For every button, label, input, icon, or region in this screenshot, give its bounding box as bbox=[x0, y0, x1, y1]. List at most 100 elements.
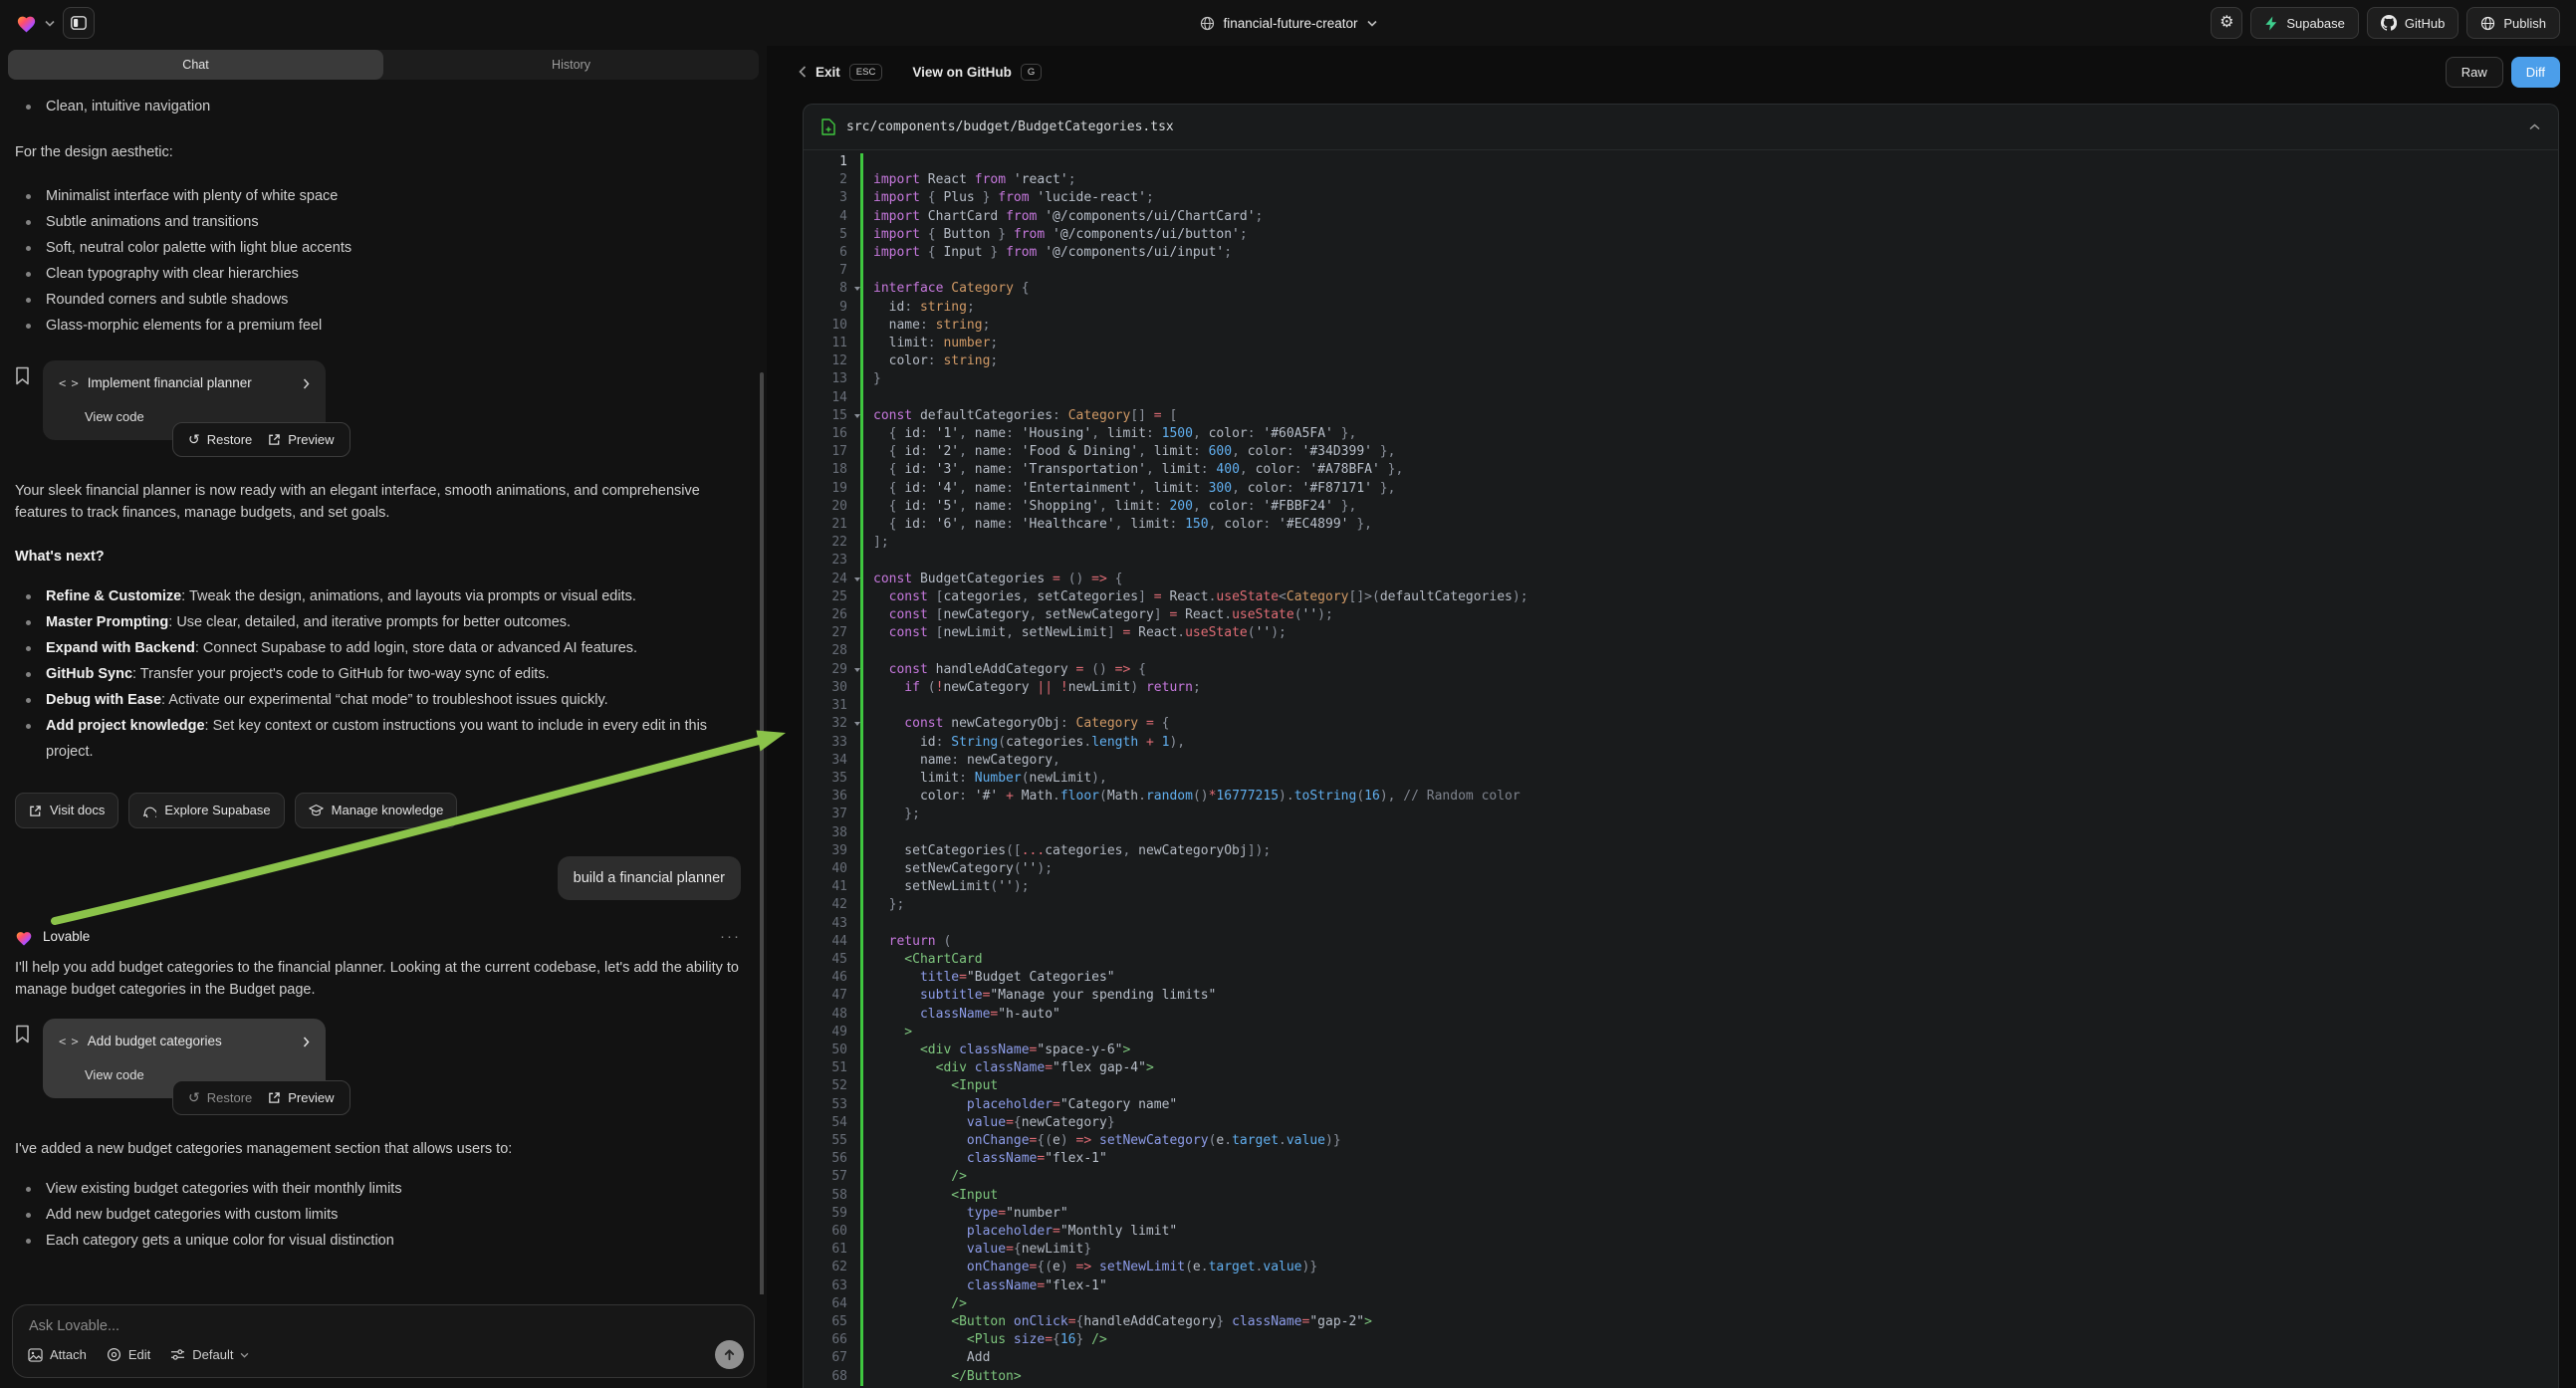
chat-bubble-icon bbox=[142, 804, 156, 817]
code-line: 39 setCategories([...categories, newCate… bbox=[804, 842, 2558, 860]
version-card-title: Implement financial planner bbox=[88, 373, 252, 394]
version-card-add-budget-categories: < > Add budget categories View code ↺ Re… bbox=[15, 1019, 741, 1098]
sliders-icon bbox=[170, 1348, 185, 1361]
code-line: 38 bbox=[804, 824, 2558, 842]
manage-knowledge-button[interactable]: Manage knowledge bbox=[295, 793, 458, 828]
assistant-paragraph: Your sleek financial planner is now read… bbox=[15, 480, 741, 524]
chat-panel: Chat History Clean, intuitive navigation… bbox=[0, 46, 767, 1388]
image-icon bbox=[28, 1348, 43, 1362]
attach-button[interactable]: Attach bbox=[28, 1347, 87, 1362]
code-line: 32 const newCategoryObj: Category = { bbox=[804, 715, 2558, 733]
exit-button[interactable]: Exit ESC bbox=[799, 64, 882, 81]
chevron-down-icon[interactable] bbox=[45, 20, 55, 27]
lovable-logo-icon[interactable] bbox=[16, 14, 37, 33]
supabase-button[interactable]: Supabase bbox=[2250, 7, 2359, 39]
code-line: 22]; bbox=[804, 534, 2558, 552]
view-on-github-button[interactable]: View on GitHub G bbox=[912, 64, 1042, 81]
design-heading: For the design aesthetic: bbox=[15, 141, 741, 163]
esc-key-badge: ESC bbox=[849, 64, 883, 81]
attach-label: Attach bbox=[50, 1347, 87, 1362]
list-item: Minimalist interface with plenty of whit… bbox=[15, 183, 741, 209]
tab-chat[interactable]: Chat bbox=[8, 50, 383, 80]
code-line: 23 bbox=[804, 552, 2558, 570]
restore-label: Restore bbox=[207, 430, 253, 450]
exit-label: Exit bbox=[816, 65, 840, 80]
code-line: 19 { id: '4', name: 'Entertainment', lim… bbox=[804, 480, 2558, 498]
list-item: Refine & Customize: Tweak the design, an… bbox=[15, 583, 741, 609]
external-link-icon bbox=[268, 1091, 281, 1104]
version-card-box[interactable]: < > Implement financial planner View cod… bbox=[43, 360, 326, 440]
bullet-text: Add project knowledge: Set key context o… bbox=[46, 713, 741, 765]
code-line: 2import React from 'react'; bbox=[804, 171, 2558, 189]
send-button[interactable] bbox=[715, 1340, 744, 1369]
manage-knowledge-label: Manage knowledge bbox=[332, 801, 444, 820]
list-item: Subtle animations and transitions bbox=[15, 209, 741, 235]
file-header[interactable]: src/components/budget/BudgetCategories.t… bbox=[804, 105, 2558, 150]
explore-supabase-button[interactable]: Explore Supabase bbox=[128, 793, 284, 828]
restore-button[interactable]: ↺ Restore bbox=[188, 430, 252, 450]
raw-toggle-button[interactable]: Raw bbox=[2446, 57, 2503, 88]
preview-button[interactable]: Preview bbox=[268, 430, 334, 450]
restore-preview-pill: ↺ Restore Preview bbox=[172, 1080, 351, 1116]
sidebar-toggle-button[interactable] bbox=[63, 7, 95, 39]
restore-button[interactable]: ↺ Restore bbox=[188, 1088, 252, 1108]
code-line: 13} bbox=[804, 370, 2558, 388]
code-line: 26 const [newCategory, setNewCategory] =… bbox=[804, 606, 2558, 624]
visit-docs-button[interactable]: Visit docs bbox=[15, 793, 118, 828]
code-line: 43 bbox=[804, 915, 2558, 933]
bullet-dot bbox=[26, 272, 31, 277]
bookmark-icon[interactable] bbox=[15, 1025, 30, 1098]
chevron-up-icon[interactable] bbox=[2529, 123, 2540, 130]
bullet-dot bbox=[26, 324, 31, 329]
bookmark-icon[interactable] bbox=[15, 366, 30, 440]
explore-supabase-label: Explore Supabase bbox=[164, 801, 270, 820]
code-line: 54 value={newCategory} bbox=[804, 1114, 2558, 1132]
bullet-text: Add new budget categories with custom li… bbox=[46, 1202, 338, 1228]
chat-scrollbar[interactable] bbox=[760, 372, 764, 1294]
code-line: 45 <ChartCard bbox=[804, 951, 2558, 969]
bullet-text: Master Prompting: Use clear, detailed, a… bbox=[46, 609, 571, 635]
code-line: 9 id: string; bbox=[804, 299, 2558, 317]
chat-input-box[interactable]: Ask Lovable... Attach Edit Default bbox=[12, 1304, 755, 1378]
chevron-right-icon[interactable] bbox=[303, 378, 310, 389]
code-line: 41 setNewLimit(''); bbox=[804, 878, 2558, 896]
restore-icon: ↺ bbox=[188, 432, 200, 446]
design-bullet-list: Minimalist interface with plenty of whit… bbox=[15, 183, 741, 339]
mode-select[interactable]: Default bbox=[170, 1347, 249, 1362]
bullet-text: Subtle animations and transitions bbox=[46, 209, 259, 235]
code-line: 48 className="h-auto" bbox=[804, 1006, 2558, 1024]
code-line: 25 const [categories, setCategories] = R… bbox=[804, 588, 2558, 606]
more-options-icon[interactable]: ··· bbox=[720, 926, 741, 949]
preview-button[interactable]: Preview bbox=[268, 1088, 334, 1108]
assistant-paragraph: I'll help you add budget categories to t… bbox=[15, 957, 741, 1001]
chevron-right-icon[interactable] bbox=[303, 1037, 310, 1047]
code-line: 57 /> bbox=[804, 1168, 2558, 1186]
code-line: 52 <Input bbox=[804, 1077, 2558, 1095]
project-globe-icon bbox=[1199, 16, 1214, 31]
graduation-cap-icon bbox=[309, 804, 324, 817]
quick-actions: Visit docs Explore Supabase Manage knowl… bbox=[15, 793, 741, 828]
project-switcher[interactable]: financial-future-creator bbox=[1199, 16, 1376, 31]
target-icon bbox=[107, 1347, 121, 1362]
diff-toggle-button[interactable]: Diff bbox=[2511, 57, 2560, 88]
tab-history[interactable]: History bbox=[383, 50, 759, 80]
chevron-down-icon bbox=[240, 1352, 249, 1358]
code-line: 17 { id: '2', name: 'Food & Dining', lim… bbox=[804, 443, 2558, 461]
code-line: 7 bbox=[804, 262, 2558, 280]
view-on-github-label: View on GitHub bbox=[912, 65, 1012, 80]
code-line: 21 { id: '6', name: 'Healthcare', limit:… bbox=[804, 516, 2558, 534]
code-line: 55 onChange={(e) => setNewCategory(e.tar… bbox=[804, 1132, 2558, 1150]
github-button[interactable]: GitHub bbox=[2367, 7, 2459, 39]
assistant-name: Lovable bbox=[43, 927, 90, 948]
bullet-text: Rounded corners and subtle shadows bbox=[46, 287, 288, 313]
edit-button[interactable]: Edit bbox=[107, 1347, 150, 1362]
diff-file-card: src/components/budget/BudgetCategories.t… bbox=[803, 104, 2559, 1388]
lovable-heart-icon bbox=[15, 930, 33, 946]
bullet-text: GitHub Sync: Transfer your project's cod… bbox=[46, 661, 550, 687]
code-line: 50 <div className="space-y-6"> bbox=[804, 1041, 2558, 1059]
settings-button[interactable]: ⚙ bbox=[2211, 7, 2242, 39]
external-link-icon bbox=[29, 805, 42, 817]
external-link-icon bbox=[268, 433, 281, 446]
publish-button[interactable]: Publish bbox=[2466, 7, 2560, 39]
version-card-box[interactable]: < > Add budget categories View code ↺ Re… bbox=[43, 1019, 326, 1098]
